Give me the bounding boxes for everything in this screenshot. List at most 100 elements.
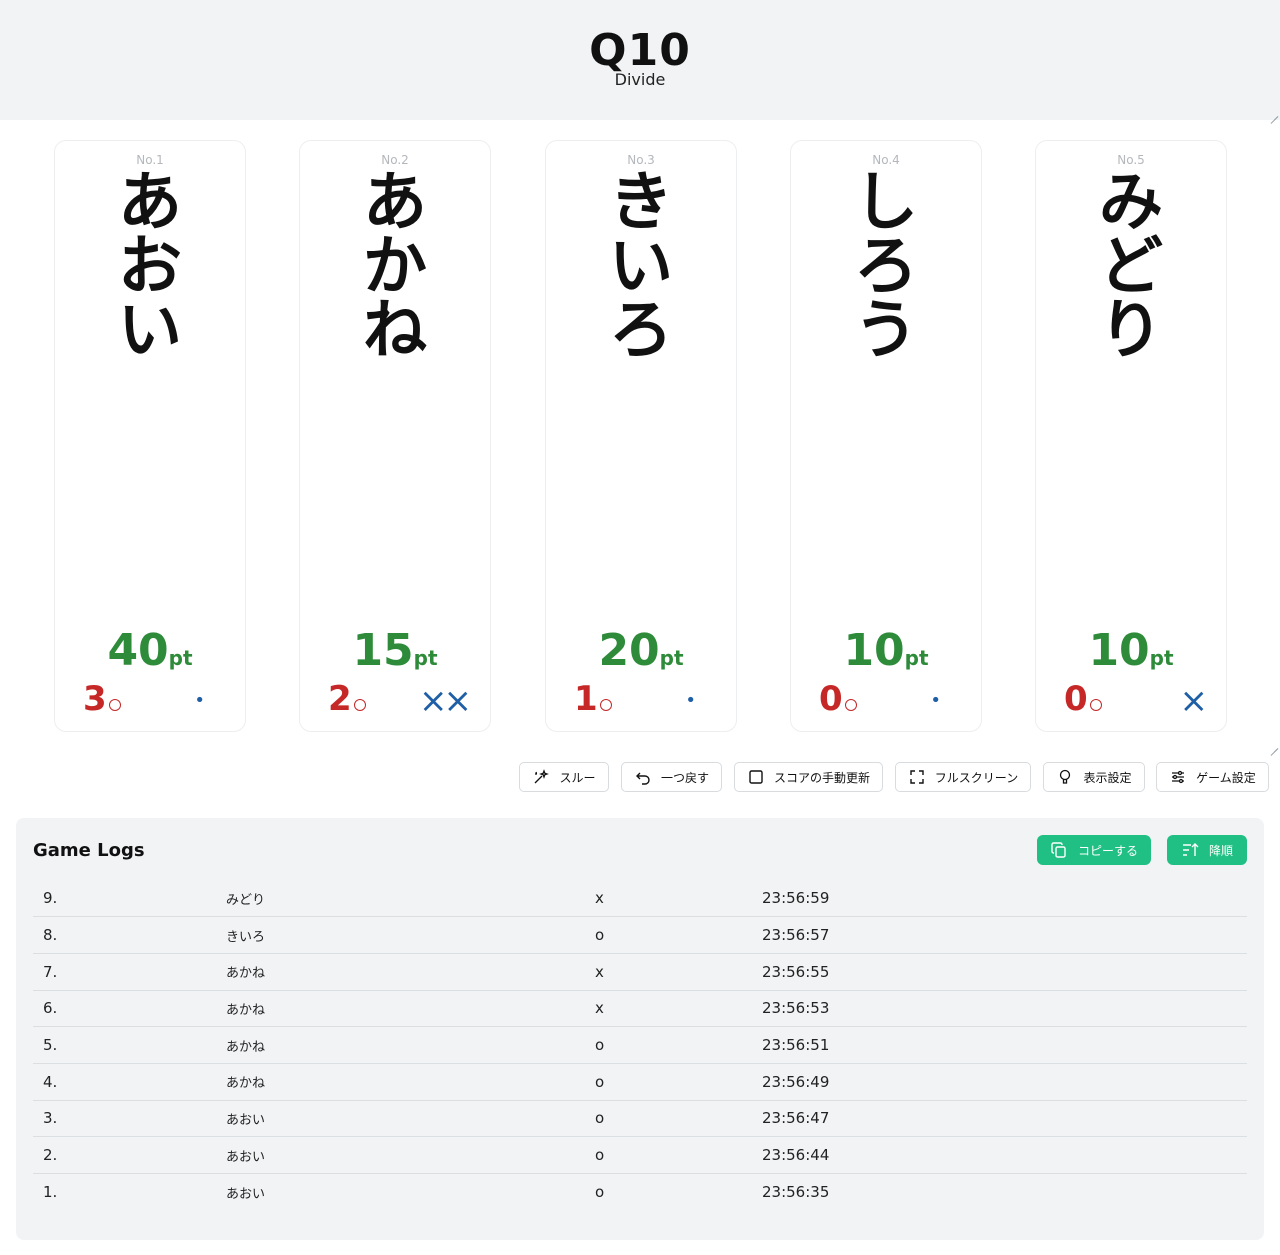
player-number: No.4 xyxy=(872,153,900,167)
player-name-char: あ xyxy=(363,166,427,240)
log-index: 4. xyxy=(43,1072,58,1091)
log-time: 23:56:35 xyxy=(762,1183,830,1202)
log-time: 23:56:55 xyxy=(762,962,830,981)
log-player-name: あかね xyxy=(226,1076,266,1092)
player-number: No.3 xyxy=(627,153,655,167)
player-number: No.2 xyxy=(381,153,409,167)
log-time: 23:56:51 xyxy=(762,1036,830,1055)
wrong-marks: • xyxy=(685,690,696,711)
player-card: No.3 き い ろ 20pt 1 • xyxy=(545,140,737,732)
lightbulb-icon xyxy=(1056,768,1074,786)
log-player-name: あおい xyxy=(226,1186,266,1202)
player-name-char: い xyxy=(118,294,182,368)
correct-count: 1 xyxy=(574,679,612,719)
log-time: 23:56:53 xyxy=(762,999,830,1018)
log-row: 1. あおい o 23:56:35 xyxy=(33,1174,1247,1211)
player-name-char: き xyxy=(609,166,673,240)
log-time: 23:56:59 xyxy=(762,889,830,908)
wrong-marks: ×× xyxy=(419,681,472,721)
log-index: 7. xyxy=(43,962,58,981)
log-row: 4. あかね o 23:56:49 xyxy=(33,1063,1247,1101)
resize-handle-icon[interactable] xyxy=(1268,740,1278,750)
log-row: 3. あおい o 23:56:47 xyxy=(33,1100,1247,1137)
page-subtitle: Divide xyxy=(614,70,666,89)
log-index: 1. xyxy=(43,1183,58,1202)
correct-circle-icon xyxy=(844,699,857,711)
display-settings-button[interactable]: 表示設定 xyxy=(1043,762,1145,792)
correct-circle-icon xyxy=(108,699,121,711)
player-name-char: し xyxy=(854,166,918,240)
correct-circle-icon xyxy=(1089,699,1102,711)
points-value: 10 xyxy=(1088,625,1150,676)
fullscreen-button[interactable]: フルスクリーン xyxy=(895,762,1031,792)
log-time: 23:56:44 xyxy=(762,1146,830,1165)
points-unit: pt xyxy=(904,646,929,670)
sort-button[interactable]: 降順 xyxy=(1167,835,1247,865)
points-unit: pt xyxy=(1149,646,1174,670)
player-name: き い ろ xyxy=(546,171,736,363)
points-unit: pt xyxy=(659,646,684,670)
correct-count-value: 0 xyxy=(1064,679,1088,719)
log-player-name: あおい xyxy=(226,1149,266,1165)
game-settings-button[interactable]: ゲーム設定 xyxy=(1156,762,1269,792)
correct-count-value: 1 xyxy=(574,679,598,719)
log-player-name: あかね xyxy=(226,966,266,982)
correct-count: 3 xyxy=(83,679,121,719)
correct-count: 2 xyxy=(328,679,366,719)
player-number: No.1 xyxy=(136,153,164,167)
log-player-name: みどり xyxy=(226,892,266,908)
player-card: No.1 あ お い 40pt 3 • xyxy=(54,140,246,732)
magic-wand-icon xyxy=(532,768,550,786)
player-card: No.4 し ろ う 10pt 0 • xyxy=(790,140,982,732)
game-settings-label: ゲーム設定 xyxy=(1196,770,1256,785)
player-points: 15pt xyxy=(300,625,490,677)
log-result: x xyxy=(595,962,604,981)
player-name-char: う xyxy=(854,294,918,368)
toolbar: スルー 一つ戻す スコアの手動更新 フルスクリーン 表示設定 ゲーム設定 xyxy=(0,762,1280,792)
player-points: 10pt xyxy=(791,625,981,677)
log-index: 3. xyxy=(43,1109,58,1128)
log-row: 2. あおい o 23:56:44 xyxy=(33,1137,1247,1174)
player-name: し ろ う xyxy=(791,171,981,363)
checkbox-icon xyxy=(747,768,765,786)
copy-icon xyxy=(1050,841,1068,859)
log-result: o xyxy=(595,1183,605,1202)
log-table: 9. みどり x 23:56:59 8. きいろ o 23:56:57 7. あかね x 23:5… xyxy=(33,880,1247,1210)
player-name-char: ろ xyxy=(609,294,673,368)
correct-count: 0 xyxy=(819,679,857,719)
log-player-name: きいろ xyxy=(226,929,266,945)
fullscreen-label: フルスクリーン xyxy=(934,770,1019,785)
points-value: 10 xyxy=(843,625,905,676)
manual-update-label: スコアの手動更新 xyxy=(773,770,870,785)
points-unit: pt xyxy=(168,646,193,670)
player-name-char: か xyxy=(363,230,427,304)
log-player-name: あかね xyxy=(226,1039,266,1055)
log-result: o xyxy=(595,1036,605,1055)
player-name-char: り xyxy=(1099,294,1163,368)
log-result: o xyxy=(595,926,605,945)
log-row: 9. みどり x 23:56:59 xyxy=(33,880,1247,917)
wrong-marks: • xyxy=(194,690,205,711)
sliders-icon xyxy=(1169,768,1187,786)
resize-handle-icon[interactable] xyxy=(1268,108,1278,118)
copy-button[interactable]: コピーする xyxy=(1037,835,1151,865)
through-button[interactable]: スルー xyxy=(519,762,609,792)
undo-button[interactable]: 一つ戻す xyxy=(621,762,722,792)
correct-circle-icon xyxy=(599,699,612,711)
log-time: 23:56:47 xyxy=(762,1109,830,1128)
log-result: o xyxy=(595,1072,605,1091)
player-name-char: ね xyxy=(363,294,427,368)
sort-icon xyxy=(1181,841,1199,859)
player-points: 20pt xyxy=(546,625,736,677)
points-value: 40 xyxy=(107,625,169,676)
player-name: あ か ね xyxy=(300,171,490,363)
points-value: 15 xyxy=(352,625,414,676)
manual-update-button[interactable]: スコアの手動更新 xyxy=(734,762,883,792)
undo-label: 一つ戻す xyxy=(660,770,709,785)
log-index: 5. xyxy=(43,1036,58,1055)
correct-count: 0 xyxy=(1064,679,1102,719)
log-row: 6. あかね x 23:56:53 xyxy=(33,990,1247,1027)
game-logs-title: Game Logs xyxy=(33,840,145,861)
log-time: 23:56:49 xyxy=(762,1072,830,1091)
player-name-char: ど xyxy=(1099,230,1163,304)
